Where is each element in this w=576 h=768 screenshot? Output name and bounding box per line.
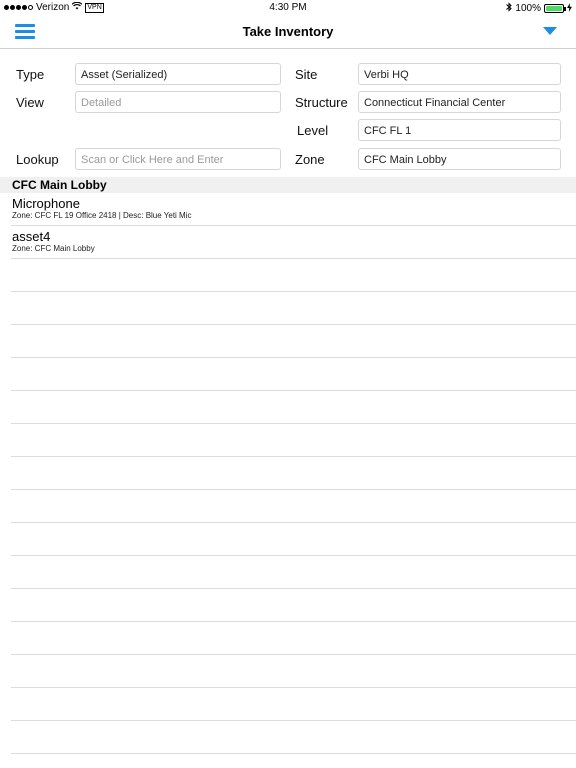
status-bar: Verizon VPN 4:30 PM 100%	[0, 0, 576, 16]
zone-field[interactable]: CFC Main Lobby	[358, 148, 561, 170]
battery-icon	[544, 4, 566, 13]
row-divider	[11, 555, 576, 556]
battery-level	[546, 6, 562, 11]
row-divider	[11, 489, 576, 490]
row-divider	[11, 291, 576, 292]
list-item-subtitle: Zone: CFC FL 19 Office 2418 | Desc: Blue…	[12, 211, 192, 220]
structure-label: Structure	[295, 95, 348, 110]
row-divider	[11, 423, 576, 424]
row-divider	[11, 258, 576, 259]
structure-field[interactable]: Connecticut Financial Center	[358, 91, 561, 113]
list-item[interactable]: Microphone Zone: CFC FL 19 Office 2418 |…	[0, 193, 576, 226]
list-item-title: Microphone	[12, 196, 80, 211]
lookup-label: Lookup	[16, 152, 59, 167]
list-item-title: asset4	[12, 229, 51, 244]
row-divider	[11, 753, 576, 754]
status-right: 100%	[506, 2, 572, 15]
row-divider	[11, 588, 576, 589]
site-field[interactable]: Verbi HQ	[358, 63, 561, 85]
charging-icon	[567, 2, 572, 15]
row-divider	[11, 357, 576, 358]
view-field[interactable]: Detailed	[75, 91, 281, 113]
level-field[interactable]: CFC FL 1	[358, 119, 561, 141]
level-label: Level	[297, 123, 329, 138]
list-item[interactable]: asset4 Zone: CFC Main Lobby	[0, 226, 576, 259]
site-label: Site	[295, 67, 318, 82]
row-divider	[11, 720, 576, 721]
navigation-bar: Take Inventory	[0, 16, 576, 49]
status-time: 4:30 PM	[269, 2, 307, 13]
row-divider	[11, 621, 576, 622]
lookup-input[interactable]: Scan or Click Here and Enter	[75, 148, 281, 170]
triangle-down-icon[interactable]	[543, 27, 557, 35]
row-divider	[11, 324, 576, 325]
bluetooth-icon	[506, 2, 513, 15]
row-divider	[11, 390, 576, 391]
type-label: Type	[16, 67, 45, 82]
row-divider	[11, 654, 576, 655]
page-title: Take Inventory	[242, 24, 334, 39]
list-item-subtitle: Zone: CFC Main Lobby	[12, 244, 95, 253]
row-divider	[11, 687, 576, 688]
type-field[interactable]: Asset (Serialized)	[75, 63, 281, 85]
view-label: View	[16, 95, 44, 110]
row-divider	[11, 456, 576, 457]
section-header: CFC Main Lobby	[0, 177, 576, 193]
battery-percent: 100%	[515, 3, 541, 14]
row-divider	[11, 225, 576, 226]
zone-label: Zone	[295, 152, 325, 167]
row-divider	[11, 522, 576, 523]
